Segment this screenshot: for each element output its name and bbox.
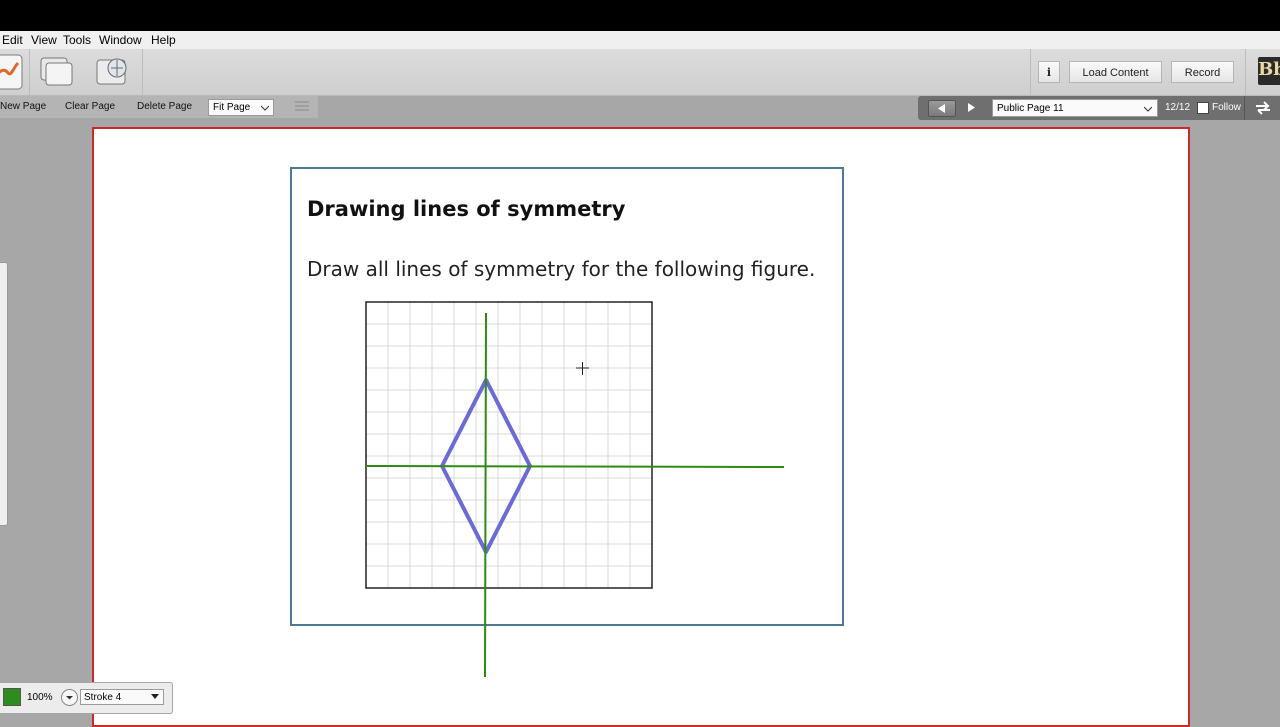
dropdown-arrow-icon[interactable]: [61, 689, 78, 706]
side-tool-panel[interactable]: [0, 262, 8, 526]
ink-properties-bar: 100% Stroke 4: [0, 682, 173, 714]
ink-color-swatch[interactable]: [3, 688, 21, 706]
horizontal-symmetry-line: [365, 465, 785, 468]
drawing-layer[interactable]: [0, 0, 1280, 720]
opacity-value: 100%: [27, 692, 53, 703]
coordinate-grid: [365, 301, 653, 589]
stroke-select[interactable]: Stroke 4: [80, 689, 164, 705]
vertical-symmetry-line: [484, 312, 487, 678]
stroke-value: Stroke 4: [84, 692, 122, 703]
chevron-down-icon: [151, 694, 159, 699]
